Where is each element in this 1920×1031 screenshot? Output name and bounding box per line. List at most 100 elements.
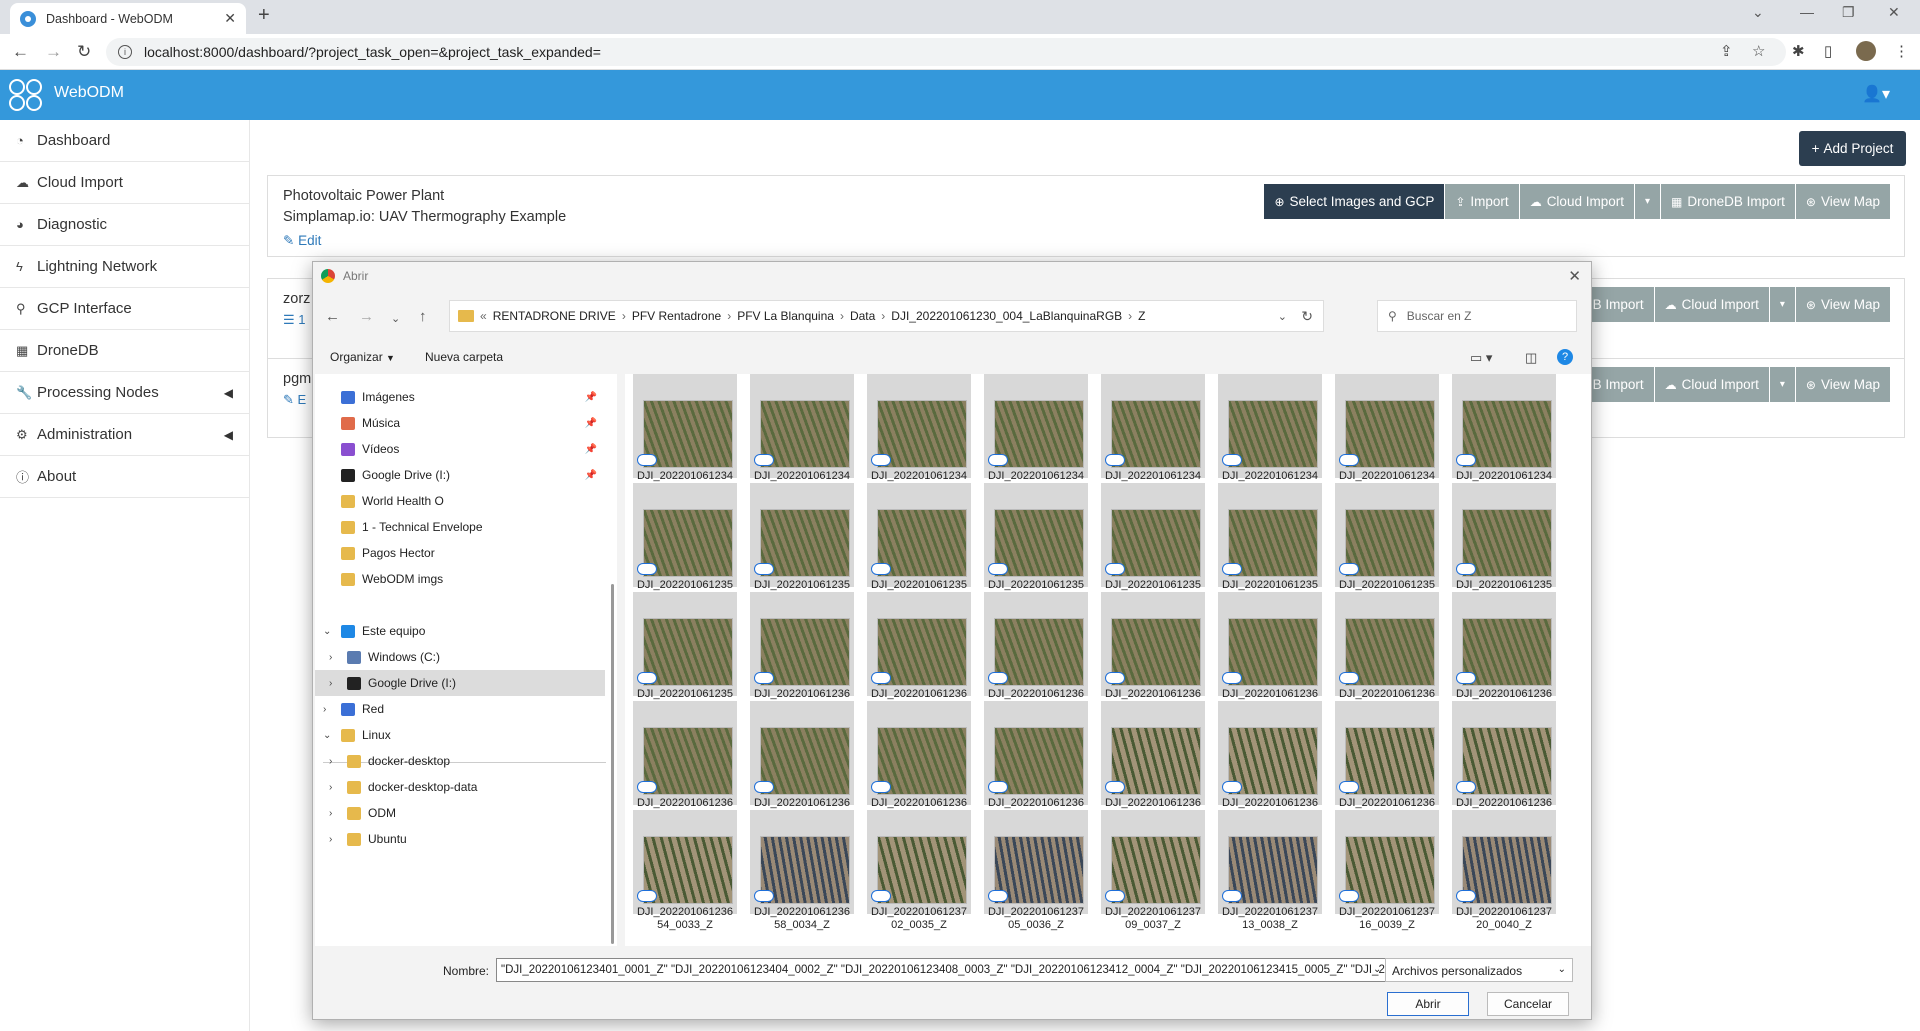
file-type-select[interactable]: Archivos personalizados ⌄ [1385, 958, 1573, 982]
add-project-button[interactable]: + Add Project [1799, 131, 1906, 166]
file-item[interactable]: DJI_20220106123534_0011_Z [867, 483, 971, 604]
new-folder-button[interactable]: Nueva carpeta [425, 350, 503, 364]
select-images-button[interactable]: ⊕ Select Images and GCP [1264, 184, 1445, 219]
view-map-button[interactable]: ⊛ View Map [1795, 367, 1890, 402]
nav-item[interactable]: › ODM [315, 800, 605, 826]
tasks-toggle[interactable]: ☰ 1 [283, 312, 306, 328]
site-info-icon[interactable]: i [118, 45, 132, 59]
bookmark-star-icon[interactable]: ☆ [1752, 42, 1765, 60]
sidebar-item-diagnostic[interactable]: ◕ Diagnostic [0, 204, 249, 246]
file-item[interactable]: DJI_20220106123600_0018_Z [750, 592, 854, 713]
close-tab-icon[interactable]: ✕ [224, 10, 236, 27]
minimize-icon[interactable]: — [1800, 4, 1814, 20]
breadcrumb-item[interactable]: Data [850, 309, 875, 323]
cancel-button[interactable]: Cancelar [1487, 992, 1569, 1016]
breadcrumb[interactable]: « RENTADRONE DRIVE › PFV Rentadrone › PFV … [449, 300, 1324, 332]
nav-item[interactable]: Música 📌 [315, 410, 605, 436]
file-item[interactable]: DJI_20220106123632_0027_Z [867, 701, 971, 822]
chevron-right-icon[interactable]: › [329, 834, 332, 845]
file-item[interactable]: DJI_20220106123651_0032_Z [1452, 701, 1556, 822]
nav-item[interactable]: ⌄ Este equipo [315, 618, 605, 644]
preview-pane-icon[interactable]: ◫ [1525, 350, 1537, 366]
file-item[interactable]: DJI_202201061236 58_0034_Z [750, 810, 854, 931]
up-folder-icon[interactable]: ↑ [419, 308, 427, 325]
file-item[interactable]: DJI_20220106123419_0006_Z [1218, 374, 1322, 495]
cloud-import-dropdown[interactable]: ▾ [1769, 367, 1795, 402]
cloud-import-button[interactable]: ☁ Cloud Import [1519, 184, 1634, 219]
nav-scrollbar[interactable] [611, 584, 614, 944]
chevron-down-icon[interactable]: ⌄ [323, 626, 331, 637]
back-icon[interactable]: ← [12, 42, 29, 62]
nav-item[interactable]: WebODM imgs [315, 566, 605, 592]
organize-menu[interactable]: Organizar ▼ [330, 350, 395, 364]
overflow-icon[interactable]: « [480, 309, 487, 323]
chevron-right-icon[interactable]: › [329, 678, 332, 689]
file-item[interactable]: DJI_202201061237 13_0038_Z [1218, 810, 1322, 931]
chevron-right-icon[interactable]: › [329, 652, 332, 663]
recent-locations-icon[interactable]: ⌄ [391, 312, 400, 325]
nav-item[interactable]: › Ubuntu [315, 826, 605, 852]
new-tab-icon[interactable]: + [258, 4, 270, 27]
nav-item[interactable]: World Health O [315, 488, 605, 514]
project-title[interactable]: pgm [283, 371, 311, 387]
browser-tab[interactable]: Dashboard - WebODM ✕ [10, 3, 246, 34]
import-button[interactable]: ⇪ Import [1445, 184, 1519, 219]
file-item[interactable]: DJI_20220106123603_0019_Z [867, 592, 971, 713]
chevron-right-icon[interactable]: › [329, 782, 332, 793]
file-item[interactable]: DJI_20220106123615_0022_Z [1218, 592, 1322, 713]
extensions-icon[interactable]: ✱ [1792, 42, 1805, 60]
view-map-button[interactable]: ⊛ View Map [1795, 287, 1890, 322]
file-item[interactable]: DJI_20220106123530_0010_Z [750, 483, 854, 604]
nav-item[interactable]: Imágenes 📌 [315, 384, 605, 410]
back-icon[interactable]: ← [325, 308, 340, 325]
share-icon[interactable]: ⇪ [1720, 42, 1733, 60]
dronedb-import-button[interactable]: B Import [1582, 367, 1654, 402]
file-item[interactable]: DJI_202201061236 54_0033_Z [633, 810, 737, 931]
view-mode-icon[interactable]: ▭ ▾ [1470, 350, 1492, 366]
file-item[interactable]: DJI_20220106123636_0028_Z [984, 701, 1088, 822]
breadcrumb-item[interactable]: Z [1138, 309, 1145, 323]
open-button[interactable]: Abrir [1387, 992, 1469, 1016]
file-item[interactable]: DJI_20220106123619_0023_Z [1335, 592, 1439, 713]
cloud-import-dropdown[interactable]: ▾ [1769, 287, 1795, 322]
file-item[interactable]: DJI_202201061237 20_0040_Z [1452, 810, 1556, 931]
file-item[interactable]: DJI_20220106123415_0005_Z [1101, 374, 1205, 495]
nav-item[interactable]: Vídeos 📌 [315, 436, 605, 462]
sidebar-item-about[interactable]: ⓘ About [0, 456, 249, 498]
forward-icon[interactable]: → [45, 42, 62, 62]
breadcrumb-item[interactable]: RENTADRONE DRIVE [493, 309, 616, 323]
nav-item[interactable]: Google Drive (I:) 📌 [315, 462, 605, 488]
file-item[interactable]: DJI_20220106123643_0030_Z [1218, 701, 1322, 822]
nav-item[interactable]: Pagos Hector [315, 540, 605, 566]
webodm-logo-icon[interactable] [8, 78, 44, 112]
nav-item[interactable]: › Windows (C:) [315, 644, 605, 670]
file-item[interactable]: DJI_20220106123408_0003_Z [867, 374, 971, 495]
file-item[interactable]: DJI_202201061237 16_0039_Z [1335, 810, 1439, 931]
edit-link[interactable]: ✎ E [283, 392, 306, 408]
browser-menu-icon[interactable]: ⋮ [1894, 42, 1909, 60]
chevron-right-icon[interactable]: › [329, 756, 332, 767]
chevron-down-icon[interactable]: ⌄ [323, 730, 331, 741]
dronedb-import-button[interactable]: ▦ DroneDB Import [1661, 184, 1795, 219]
profile-avatar[interactable] [1856, 41, 1876, 61]
chevron-right-icon[interactable]: › [329, 808, 332, 819]
user-menu-icon[interactable]: 👤▾ [1862, 84, 1890, 104]
sidebar-item-cloud-import[interactable]: ☁ Cloud Import [0, 162, 249, 204]
forward-icon[interactable]: → [359, 308, 374, 325]
chevron-right-icon[interactable]: › [840, 309, 844, 323]
edit-link[interactable]: ✎ Edit [283, 233, 321, 249]
project-title[interactable]: zorz [283, 291, 310, 307]
file-item[interactable]: DJI_202201061237 05_0036_Z [984, 810, 1088, 931]
reload-icon[interactable]: ↻ [77, 42, 91, 62]
file-item[interactable]: DJI_20220106123622_0024_Z [1452, 592, 1556, 713]
file-item[interactable]: DJI_20220106123647_0031_Z [1335, 701, 1439, 822]
file-item[interactable]: DJI_20220106123606_0020_Z [984, 592, 1088, 713]
dronedb-import-button[interactable]: B Import [1582, 287, 1654, 322]
file-item[interactable]: DJI_20220106123552_0016_Z [1452, 483, 1556, 604]
breadcrumb-item[interactable]: DJI_202201061230_004_LaBlanquinaRGB [891, 309, 1122, 323]
chevron-right-icon[interactable]: › [881, 309, 885, 323]
side-panel-icon[interactable]: ▯ [1824, 42, 1832, 60]
tab-search-icon[interactable]: ⌄ [1752, 4, 1764, 21]
app-brand[interactable]: WebODM [54, 84, 124, 102]
sidebar-item-dashboard[interactable]: ◔ Dashboard [0, 120, 249, 162]
